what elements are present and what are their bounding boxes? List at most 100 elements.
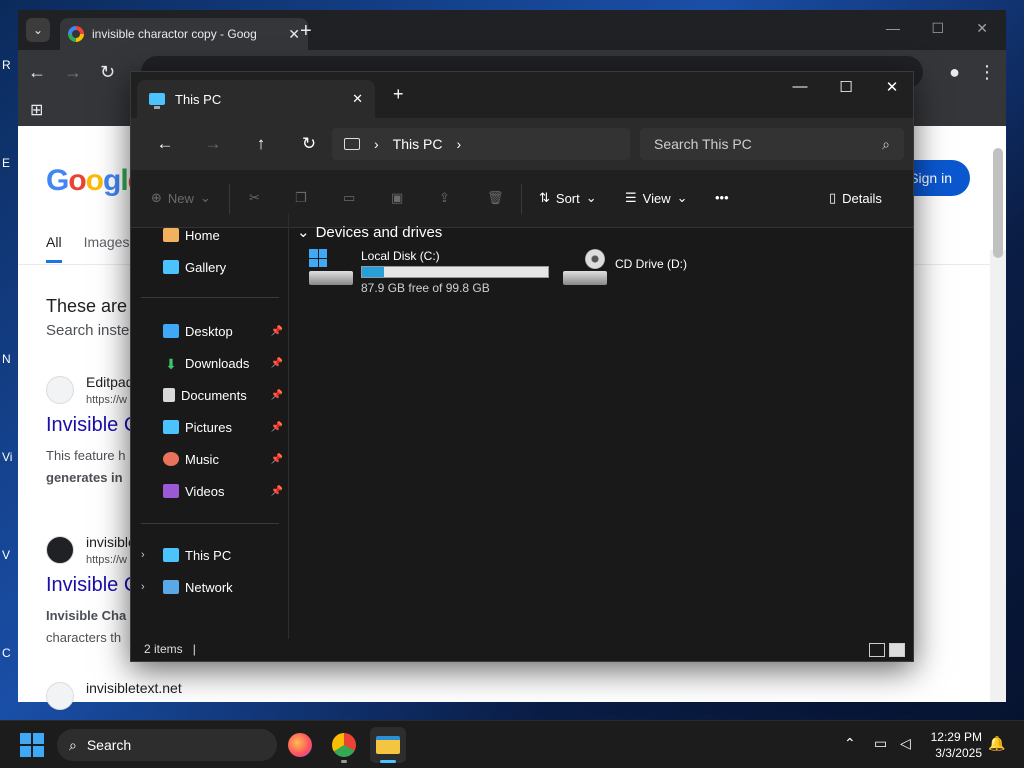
more-options-icon[interactable]: •••: [715, 190, 729, 205]
tab-all[interactable]: All: [46, 234, 62, 263]
cut-icon[interactable]: ✂: [249, 190, 260, 206]
file-explorer-icon[interactable]: [370, 727, 406, 763]
result-site[interactable]: invisible: [86, 534, 136, 550]
chevron-up-icon[interactable]: ⌃: [844, 735, 856, 752]
view-icon: ☰: [625, 190, 637, 205]
pin-icon: 📌: [270, 325, 283, 337]
copy-icon[interactable]: ❐: [295, 190, 307, 206]
up-icon[interactable]: ↑: [237, 134, 285, 154]
result-site[interactable]: Editpad: [86, 374, 133, 390]
minimize-icon[interactable]: —: [886, 20, 900, 36]
profile-icon[interactable]: ●: [949, 62, 960, 83]
scrollbar-thumb[interactable]: [993, 148, 1003, 258]
desktop-icon-label[interactable]: E: [2, 156, 10, 170]
tiles-view-icon[interactable]: [889, 643, 905, 657]
search-tabs: All Images: [46, 234, 129, 263]
result-snippet: Invisible Cha: [46, 608, 127, 623]
system-clock[interactable]: 12:29 PM 3/3/2025: [931, 729, 982, 761]
chevron-right-icon[interactable]: ›: [456, 136, 461, 152]
result-url[interactable]: https://w: [86, 394, 127, 406]
desktop-icon-label[interactable]: R: [2, 58, 11, 72]
taskbar-search[interactable]: ⌕ Search: [57, 729, 277, 761]
back-icon[interactable]: ←: [28, 62, 46, 83]
this-pc-icon: [344, 138, 360, 150]
desktop-icon-label[interactable]: Vi: [2, 450, 12, 464]
drive-c[interactable]: Local Disk (C:) 87.9 GB free of 99.8 GB: [309, 249, 549, 295]
delete-icon[interactable]: 🗑: [487, 190, 504, 206]
chrome-icon[interactable]: [326, 727, 362, 763]
network-status-icon[interactable]: ▭: [874, 735, 887, 752]
back-icon[interactable]: ←: [141, 134, 189, 154]
result-title[interactable]: Invisible C: [46, 414, 138, 437]
gallery-icon: [163, 260, 179, 274]
group-header-label: Devices and drives: [315, 223, 443, 241]
reload-icon[interactable]: ↻: [100, 62, 115, 83]
new-button[interactable]: ⊕ New ⌄: [151, 190, 211, 206]
forward-icon[interactable]: →: [189, 134, 237, 154]
close-window-icon[interactable]: ✕: [869, 78, 915, 96]
desktop-icon-label[interactable]: N: [2, 352, 11, 366]
breadcrumb[interactable]: › This PC ›: [332, 128, 630, 160]
chevron-right-icon[interactable]: ›: [141, 549, 145, 561]
google-logo[interactable]: Google: [46, 164, 144, 198]
search-icon: ⌕: [69, 736, 77, 753]
nav-item-label: Music: [185, 451, 219, 467]
chevron-down-icon[interactable]: ⌄: [297, 223, 310, 241]
search-instead-text[interactable]: Search inste: [46, 322, 129, 339]
close-window-icon[interactable]: ✕: [976, 20, 988, 37]
refresh-icon[interactable]: ↻: [285, 134, 333, 154]
result-url[interactable]: https://w: [86, 554, 127, 566]
details-view-icon[interactable]: [869, 643, 885, 657]
nav-item-pictures[interactable]: Pictures 📌: [131, 413, 289, 441]
new-tab-button[interactable]: +: [300, 20, 312, 43]
group-header[interactable]: ⌄ Devices and drives: [297, 223, 443, 242]
nav-item-desktop[interactable]: Desktop 📌: [131, 317, 289, 345]
explorer-tab[interactable]: This PC ✕: [137, 80, 375, 118]
maximize-icon[interactable]: ☐: [931, 20, 944, 37]
desktop-icon-label[interactable]: C: [2, 646, 11, 660]
nav-item-network[interactable]: › Network: [131, 573, 289, 601]
breadcrumb-item[interactable]: This PC: [393, 136, 443, 152]
drive-d[interactable]: CD Drive (D:): [563, 249, 687, 285]
close-tab-icon[interactable]: ✕: [288, 26, 300, 43]
volume-muted-icon[interactable]: ◁: [900, 735, 911, 752]
close-tab-icon[interactable]: ✕: [352, 91, 363, 107]
rename-icon[interactable]: ▣: [391, 190, 403, 206]
desktop-icon-label[interactable]: V: [2, 548, 10, 562]
tab-search-button[interactable]: ⌄: [26, 18, 50, 42]
maximize-icon[interactable]: ☐: [823, 78, 869, 96]
nav-item-home[interactable]: Home: [131, 221, 289, 249]
search-input[interactable]: Search This PC ⌕: [640, 128, 904, 160]
forward-icon[interactable]: →: [64, 62, 82, 83]
chevron-right-icon[interactable]: ›: [374, 136, 379, 152]
share-icon[interactable]: ⇪: [439, 190, 450, 206]
nav-item-videos[interactable]: Videos 📌: [131, 477, 289, 505]
nav-item-label: Downloads: [185, 355, 250, 371]
drive-name: Local Disk (C:): [361, 249, 440, 263]
notification-bell-icon[interactable]: 🔔: [988, 735, 1005, 752]
site-favicon-icon: [46, 536, 74, 564]
paste-icon[interactable]: ▭: [343, 190, 355, 206]
result-title[interactable]: Invisible C: [46, 574, 138, 597]
nav-item-downloads[interactable]: ⬇ Downloads 📌: [131, 349, 289, 377]
videos-icon: [163, 484, 179, 498]
details-button[interactable]: ▯ Details: [829, 190, 882, 206]
tab-images[interactable]: Images: [84, 234, 130, 263]
page-scrollbar[interactable]: [990, 250, 1006, 702]
nav-item-gallery[interactable]: Gallery: [131, 253, 289, 281]
nav-item-documents[interactable]: Documents 📌: [131, 381, 289, 409]
start-icon[interactable]: [20, 733, 44, 757]
sort-button-label: Sort: [555, 190, 580, 206]
view-button[interactable]: ☰ View ⌄: [625, 190, 688, 206]
apps-grid-icon[interactable]: ⊞: [30, 100, 43, 120]
chrome-tab[interactable]: invisible charactor copy - Goog ✕: [60, 18, 308, 50]
chevron-right-icon[interactable]: ›: [141, 581, 145, 593]
menu-icon[interactable]: ⋮: [978, 62, 996, 83]
new-tab-button[interactable]: +: [393, 84, 404, 105]
result-site[interactable]: invisibletext.net: [86, 680, 182, 696]
firefox-icon[interactable]: [282, 727, 318, 763]
sort-button[interactable]: ⇅ Sort ⌄: [539, 190, 597, 206]
nav-item-this-pc[interactable]: › This PC: [131, 541, 289, 569]
minimize-icon[interactable]: —: [777, 78, 823, 95]
nav-item-music[interactable]: Music 📌: [131, 445, 289, 473]
